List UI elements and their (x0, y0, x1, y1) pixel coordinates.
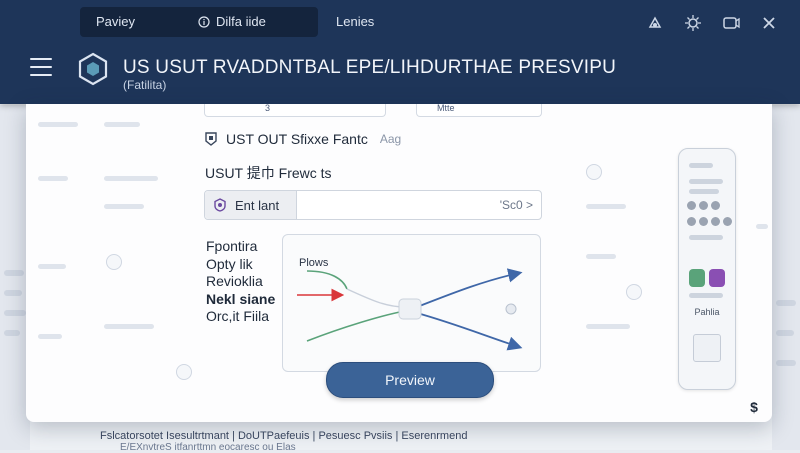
background-row (4, 310, 26, 316)
window-icon[interactable] (720, 12, 742, 34)
entity-select-left: Ent lant (205, 191, 297, 219)
faint-row (104, 122, 140, 127)
faint-field-text: 3 (265, 104, 271, 113)
device-grid-icon (693, 334, 721, 362)
option-item-selected[interactable]: Nekl siane (206, 291, 275, 309)
background-row (4, 290, 22, 296)
app-subtitle: (Fatilita) (123, 78, 167, 92)
device-dot-icon (687, 217, 696, 226)
background-row (4, 270, 24, 276)
entity-select[interactable]: Ent lant 'Sc0 > (204, 190, 542, 220)
device-dot-icon (711, 201, 720, 210)
background-row (776, 360, 796, 366)
option-line-hint: Aag (379, 132, 402, 146)
background-row (776, 300, 796, 306)
tab-lenies[interactable]: Lenies (336, 7, 374, 37)
faint-row (586, 324, 630, 329)
menu-icon[interactable] (30, 58, 52, 76)
info-icon (198, 16, 210, 28)
shield-icon (214, 198, 226, 212)
faint-row (756, 224, 768, 229)
device-dot-icon (699, 201, 708, 210)
device-dot-icon (723, 217, 732, 226)
background-footer: Fslcatorsotet Isesultrtmant | DoUTPaefeu… (100, 430, 468, 442)
app-logo (78, 52, 108, 86)
device-dot-icon (687, 201, 696, 210)
device-row (689, 179, 723, 184)
faint-node (176, 364, 192, 380)
tab-label: Dilfa iide (216, 14, 266, 29)
brightness-icon[interactable] (682, 12, 704, 34)
device-row (689, 189, 719, 194)
faint-row (104, 204, 144, 209)
device-row (689, 235, 723, 240)
flow-arrow-blue-top (416, 268, 523, 308)
faint-row (104, 324, 154, 329)
background-footer-sub: E/EXnvtreS itfanrttmn eocaresc ou Elas (120, 442, 296, 453)
device-dot-icon (711, 217, 720, 226)
faint-field-text: Mtte (437, 104, 455, 113)
device-row (689, 293, 723, 298)
flow-arrow-blue-bottom (416, 312, 523, 351)
flow-line-green-bottom (306, 310, 406, 342)
option-item[interactable]: Opty lik (206, 256, 275, 274)
preview-panel: Plows (282, 234, 541, 372)
option-line: UST OUT Sfixxe Fantc Aag (204, 131, 401, 147)
badge-icon (205, 132, 217, 146)
faint-row (38, 122, 78, 127)
faint-row (586, 204, 626, 209)
toolbar-icons (644, 12, 780, 34)
faint-row (38, 176, 68, 181)
options-list: Fpontira Opty lik Revioklia Nekl siane O… (206, 238, 275, 326)
device-label: Pahlia (694, 307, 720, 317)
option-item[interactable]: Orc,it Fiila (206, 308, 275, 326)
faint-row (38, 264, 66, 269)
faint-row (38, 334, 62, 339)
faint-field: 3 (204, 104, 386, 117)
option-item[interactable]: Revioklia (206, 273, 275, 291)
entity-select-value: Ent lant (235, 197, 280, 213)
preview-button[interactable]: Preview (326, 362, 494, 398)
tab-strip: Paviey Dilfa iide (80, 7, 318, 37)
faint-row (586, 254, 616, 259)
section-label: USUT 提巾 Frewc ts (205, 165, 332, 181)
background-row (776, 330, 794, 336)
option-line-label: UST OUT Sfixxe Fantc (226, 131, 368, 147)
flow-curve-gray (346, 288, 406, 308)
tab-dilfa-iide[interactable]: Dilfa iide (198, 7, 266, 37)
top-bar: Paviey Dilfa iide Lenies US USUT RVADDNT… (0, 0, 800, 104)
entity-select-meta: 'Sc0 > (499, 198, 533, 212)
option-item[interactable]: Fpontira (206, 238, 275, 256)
app-title: US USUT RVADDNTBAL EPE/LIHDURTHAE PRESVI… (123, 57, 617, 78)
background-right-rail (772, 105, 800, 450)
device-dot-icon (699, 217, 708, 226)
background-row (4, 330, 20, 336)
faint-field: Mtte (416, 104, 542, 117)
flow-diagram (297, 268, 523, 351)
faint-node (106, 254, 122, 270)
share-icon[interactable] (644, 12, 666, 34)
faint-node (586, 164, 602, 180)
device-row (689, 163, 713, 168)
purple-app-icon (709, 269, 725, 287)
faint-row (104, 176, 158, 181)
dollar-icon[interactable]: $ (745, 398, 763, 416)
flow-line-green-top (306, 270, 348, 290)
tab-paviey[interactable]: Paviey (96, 7, 135, 37)
faint-node (626, 284, 642, 300)
green-app-icon (689, 269, 705, 287)
settings-dialog: 3 Mtte UST OUT Sfixxe Fantc Aag USUT 提巾 … (26, 104, 772, 422)
device-preview-panel: Pahlia (678, 148, 736, 390)
flow-endpoint (505, 303, 517, 315)
flow-node (398, 298, 422, 320)
close-icon[interactable] (758, 12, 780, 34)
